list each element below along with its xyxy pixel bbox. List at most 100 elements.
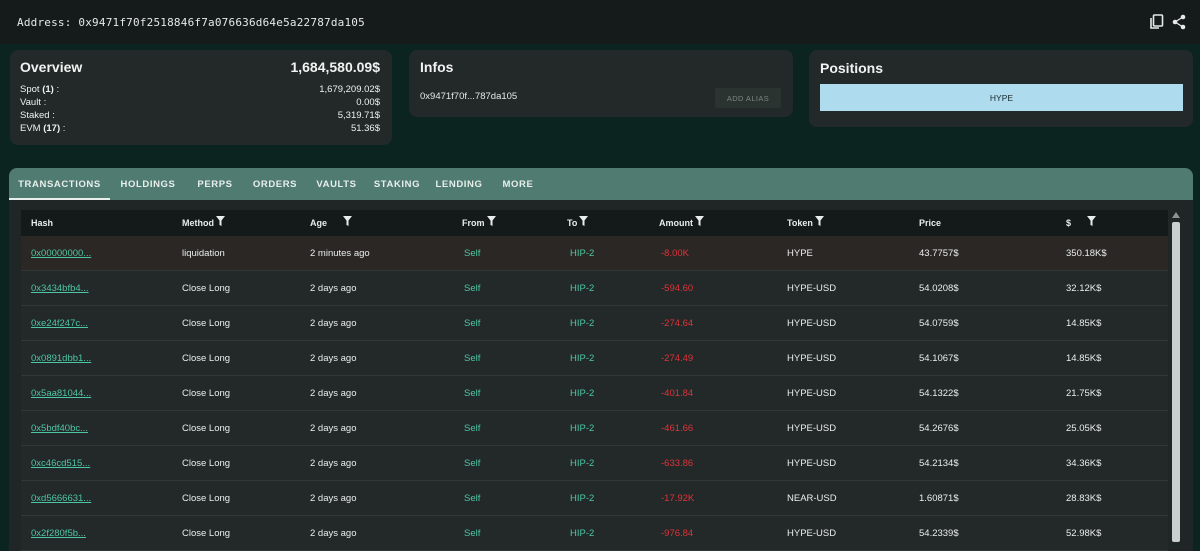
cell-usd: 32.12K$ [1066, 283, 1102, 294]
cell-from[interactable]: Self [464, 236, 480, 271]
cell-usd: 14.85K$ [1066, 353, 1102, 364]
cell-hash[interactable]: 0x2f280f5b... [31, 516, 86, 551]
overview-row-value: 51.36$ [350, 123, 380, 134]
copy-icon[interactable] [1149, 14, 1164, 30]
table-row: 0x2f280f5b... Close Long 2 days ago Self HIP… [21, 516, 1168, 551]
overview-rows: Spot (1) :1,679,209.02$ Vault : 0.00$ Stake… [20, 83, 380, 135]
cell-method: Close Long [182, 388, 231, 399]
filter-icon[interactable] [695, 210, 704, 236]
cell-usd: 34.36K$ [1066, 458, 1102, 469]
cell-age: 2 minutes ago [310, 248, 370, 259]
cell-amount: -274.49 [661, 353, 694, 364]
header-usd: $ [1066, 210, 1097, 236]
filter-icon[interactable] [1087, 210, 1097, 236]
cell-method: Close Long [182, 283, 231, 294]
table-scrollbar[interactable] [1172, 210, 1180, 551]
cell-method: liquidation [182, 248, 225, 259]
cell-to[interactable]: HIP-2 [570, 236, 594, 271]
overview-title: Overview [20, 59, 83, 75]
cell-age: 2 days ago [310, 353, 357, 364]
cell-amount: -633.86 [661, 458, 694, 469]
tab-more[interactable]: MORE [491, 168, 545, 200]
overview-row-label: EVM (17) : [20, 123, 66, 134]
cell-usd: 350.18K$ [1066, 248, 1107, 259]
cell-usd: 25.05K$ [1066, 423, 1102, 434]
filter-icon[interactable] [343, 210, 353, 236]
cell-from[interactable]: Self [464, 411, 480, 446]
cell-to[interactable]: HIP-2 [570, 481, 594, 516]
cell-price: 54.0208$ [919, 283, 959, 294]
cell-usd: 21.75K$ [1066, 388, 1102, 399]
cell-from[interactable]: Self [464, 306, 480, 341]
tab-vaults[interactable]: VAULTS [306, 168, 367, 200]
cell-hash[interactable]: 0x3434bfb4... [31, 271, 89, 306]
cell-hash[interactable]: 0xe24f247c... [31, 306, 88, 341]
cell-from[interactable]: Self [464, 481, 480, 516]
address-bar: Address: 0x9471f70f2518846f7a076636d64e5… [0, 0, 1200, 44]
overview-row-label: Vault : [20, 97, 47, 108]
overview-row-value: 0.00$ [356, 97, 380, 108]
cell-to[interactable]: HIP-2 [570, 446, 594, 481]
cell-amount: -17.92K [661, 493, 695, 504]
cell-to[interactable]: HIP-2 [570, 271, 594, 306]
cell-hash[interactable]: 0xc46cd515... [31, 446, 90, 481]
cell-from[interactable]: Self [464, 271, 480, 306]
transactions-panel: TRANSACTIONS HOLDINGS PERPS ORDERS VAULTS STA… [9, 168, 1193, 551]
cell-token: HYPE [787, 248, 813, 259]
cell-from[interactable]: Self [464, 376, 480, 411]
header-age: Age [310, 210, 353, 236]
table-row: 0x5bdf40bc... Close Long 2 days ago Self HIP… [21, 411, 1168, 446]
cell-method: Close Long [182, 493, 231, 504]
table-row: 0x00000000... liquidation 2 minutes ago Sel… [21, 236, 1168, 271]
infos-card: Infos 0x9471f70f...787da105 ADD ALIAS [409, 50, 793, 117]
transactions-table: Hash Method Age From To Amount Token Pri… [21, 210, 1168, 551]
header-to: To [567, 210, 589, 236]
cell-amount: -8.00K [661, 248, 689, 259]
share-icon[interactable] [1172, 14, 1186, 30]
cell-price: 54.1067$ [919, 353, 959, 364]
cell-hash[interactable]: 0x0891dbb1... [31, 341, 91, 376]
tab-holdings[interactable]: HOLDINGS [110, 168, 186, 200]
cell-to[interactable]: HIP-2 [570, 376, 594, 411]
cell-from[interactable]: Self [464, 516, 480, 551]
cell-to[interactable]: HIP-2 [570, 341, 594, 376]
position-bar-hype[interactable]: HYPE [820, 84, 1183, 111]
tab-transactions[interactable]: TRANSACTIONS [9, 168, 110, 200]
filter-icon[interactable] [216, 210, 225, 236]
table-row: 0x5aa81044... Close Long 2 days ago Self HIP… [21, 376, 1168, 411]
address-label: Address: 0x9471f70f2518846f7a076636d64e5… [17, 15, 365, 29]
positions-title: Positions [820, 60, 884, 76]
scroll-thumb[interactable] [1172, 222, 1180, 542]
filter-icon[interactable] [814, 210, 824, 236]
tab-orders[interactable]: ORDERS [244, 168, 306, 200]
tab-perps[interactable]: PERPS [186, 168, 244, 200]
filter-icon[interactable] [579, 210, 589, 236]
cell-price: 54.1322$ [919, 388, 959, 399]
header-amount: Amount [659, 210, 704, 236]
tab-staking[interactable]: STAKING [367, 168, 427, 200]
cell-hash[interactable]: 0x5bdf40bc... [31, 411, 88, 446]
cell-method: Close Long [182, 423, 231, 434]
infos-title: Infos [420, 59, 454, 75]
cell-amount: -594.60 [661, 283, 694, 294]
overview-row: Spot (1) : 1,679,209.02$ [20, 83, 380, 96]
cell-token: HYPE-USD [787, 353, 837, 364]
cell-hash[interactable]: 0xd5666631... [31, 481, 91, 516]
cell-age: 2 days ago [310, 493, 357, 504]
overview-row-label: Staked : [20, 110, 55, 121]
cell-hash[interactable]: 0x5aa81044... [31, 376, 91, 411]
overview-row: EVM (17) : 51.36$ [20, 122, 380, 135]
cell-to[interactable]: HIP-2 [570, 411, 594, 446]
tab-lending[interactable]: LENDING [427, 168, 491, 200]
cell-to[interactable]: HIP-2 [570, 516, 594, 551]
cell-usd: 14.85K$ [1066, 318, 1102, 329]
cell-to[interactable]: HIP-2 [570, 306, 594, 341]
filter-icon[interactable] [486, 210, 496, 236]
cell-from[interactable]: Self [464, 446, 480, 481]
add-alias-button[interactable]: ADD ALIAS [715, 88, 781, 108]
cell-token: HYPE-USD [787, 458, 837, 469]
cell-amount: -461.66 [661, 423, 694, 434]
scroll-up-arrow-icon[interactable] [1172, 212, 1180, 218]
cell-hash[interactable]: 0x00000000... [31, 236, 91, 271]
cell-from[interactable]: Self [464, 341, 480, 376]
